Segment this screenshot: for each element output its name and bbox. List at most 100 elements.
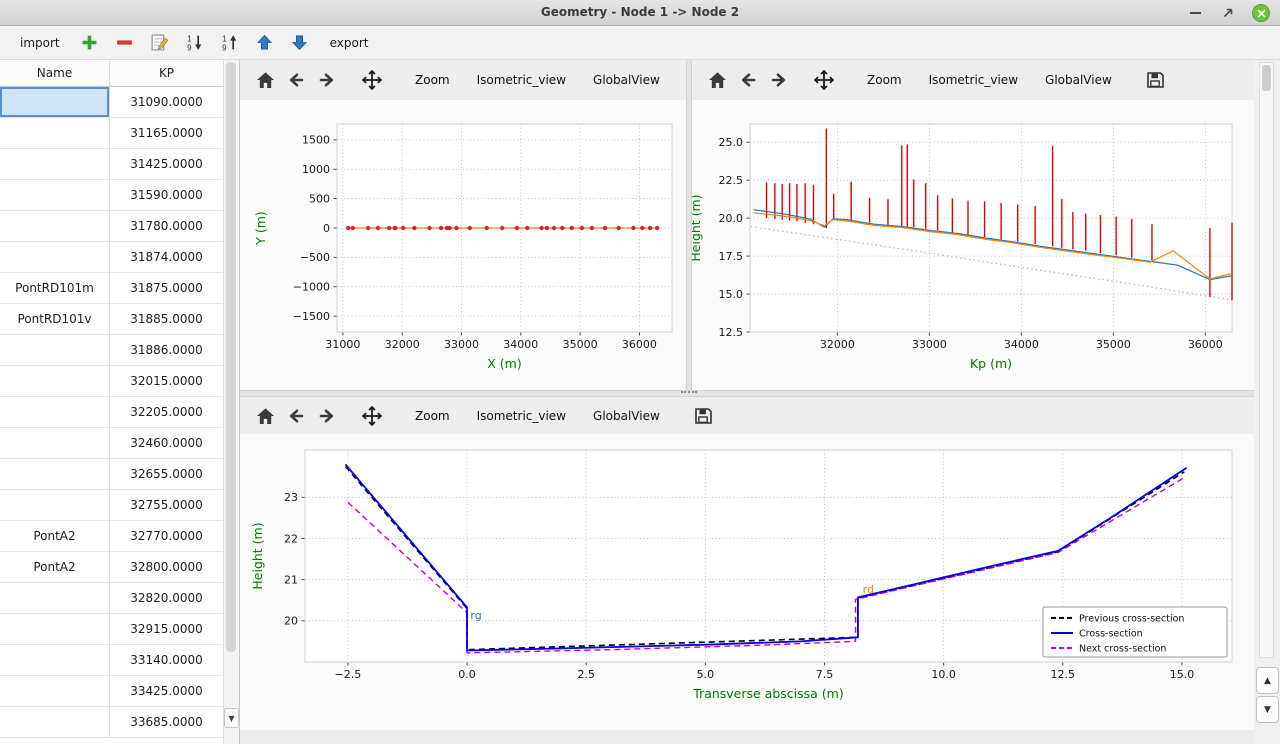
home-button[interactable] (706, 69, 729, 91)
name-cell[interactable]: PontRD101m (0, 273, 110, 303)
kp-cell[interactable]: 32655.0000 (110, 459, 223, 489)
kp-cell[interactable]: 32915.0000 (110, 614, 223, 644)
svg-text:rd: rd (863, 583, 874, 596)
vertical-scrollbar[interactable] (1259, 62, 1274, 658)
kp-cell[interactable]: 31090.0000 (110, 87, 223, 117)
import-button[interactable]: import (12, 36, 68, 50)
name-cell[interactable] (0, 490, 110, 520)
kp-cell[interactable]: 31885.0000 (110, 304, 223, 334)
home-button[interactable] (254, 69, 277, 91)
name-cell[interactable] (0, 87, 110, 117)
table-scrollbar-thumb[interactable] (226, 62, 236, 652)
forward-button[interactable] (315, 404, 339, 428)
name-cell[interactable] (0, 614, 110, 644)
table-row: 31425.0000 (0, 149, 223, 180)
kp-cell[interactable]: 32015.0000 (110, 366, 223, 396)
kp-cell[interactable]: 32820.0000 (110, 583, 223, 613)
name-cell[interactable] (0, 459, 110, 489)
kp-cell[interactable]: 32770.0000 (110, 521, 223, 551)
kp-cell[interactable]: 32800.0000 (110, 552, 223, 582)
edit-icon (150, 33, 169, 52)
kp-cell[interactable]: 33140.0000 (110, 645, 223, 675)
kp-cell[interactable]: 32460.0000 (110, 428, 223, 458)
name-cell[interactable] (0, 211, 110, 241)
pan-button[interactable] (360, 68, 384, 92)
table-row: 31874.0000 (0, 242, 223, 273)
kp-cell[interactable]: 32205.0000 (110, 397, 223, 427)
profile-chart-canvas[interactable]: 320003300034000350003600012.515.017.520.… (692, 100, 1254, 390)
kp-cell[interactable]: 31780.0000 (110, 211, 223, 241)
isometric-view-button[interactable]: Isometric_view (919, 69, 1028, 91)
restore-button[interactable] (1219, 4, 1237, 22)
name-cell[interactable] (0, 645, 110, 675)
back-button[interactable] (736, 68, 760, 92)
home-button[interactable] (254, 405, 277, 427)
table-scroll-down-button[interactable]: ▼ (224, 708, 239, 728)
name-cell[interactable] (0, 335, 110, 365)
close-button[interactable] (1252, 4, 1270, 22)
kp-cell[interactable]: 31886.0000 (110, 335, 223, 365)
back-button[interactable] (284, 404, 308, 428)
table-row: 31165.0000 (0, 118, 223, 149)
sort-descending-button[interactable]: 19 (182, 30, 208, 56)
svg-text:15.0: 15.0 (719, 288, 744, 301)
kp-cell[interactable]: 31875.0000 (110, 273, 223, 303)
svg-text:36000: 36000 (1188, 338, 1223, 351)
name-cell[interactable] (0, 583, 110, 613)
name-cell[interactable]: PontRD101v (0, 304, 110, 334)
name-cell[interactable] (0, 428, 110, 458)
name-cell[interactable] (0, 676, 110, 706)
remove-row-button[interactable] (112, 30, 138, 56)
kp-cell[interactable]: 31425.0000 (110, 149, 223, 179)
global-view-button[interactable]: GlobalView (1035, 69, 1122, 91)
horizontal-splitter[interactable] (240, 390, 1254, 397)
save-button[interactable] (1143, 68, 1167, 92)
name-cell[interactable] (0, 149, 110, 179)
save-button[interactable] (691, 404, 715, 428)
name-cell[interactable] (0, 707, 110, 737)
kp-cell[interactable]: 31165.0000 (110, 118, 223, 148)
global-view-button[interactable]: GlobalView (583, 69, 670, 91)
kp-cell[interactable]: 33425.0000 (110, 676, 223, 706)
kp-cell[interactable]: 32755.0000 (110, 490, 223, 520)
plan-view-chart-canvas[interactable]: 310003200033000340003500036000−1500−1000… (240, 100, 686, 390)
zoom-button[interactable]: Zoom (857, 69, 912, 91)
edit-button[interactable] (147, 30, 173, 56)
table-scrollbar[interactable]: ▼ (223, 60, 239, 744)
move-up-button[interactable] (252, 30, 278, 56)
kp-cell[interactable]: 33685.0000 (110, 707, 223, 737)
back-arrow-icon (286, 406, 306, 426)
svg-text:25.0: 25.0 (719, 136, 744, 149)
scroll-down-button[interactable]: ▼ (1256, 696, 1279, 723)
name-cell[interactable] (0, 366, 110, 396)
move-down-button[interactable] (287, 30, 313, 56)
scroll-up-button[interactable]: ▲ (1256, 667, 1279, 694)
minimize-button[interactable] (1186, 4, 1204, 22)
name-cell[interactable]: PontA2 (0, 552, 110, 582)
vertical-scrollbar-thumb[interactable] (1262, 65, 1271, 91)
forward-button[interactable] (315, 68, 339, 92)
column-header-kp[interactable]: KP (110, 60, 223, 86)
name-cell[interactable] (0, 397, 110, 427)
forward-button[interactable] (767, 68, 791, 92)
isometric-view-button[interactable]: Isometric_view (467, 69, 576, 91)
column-header-name[interactable]: Name (0, 60, 110, 86)
table-row: 32205.0000 (0, 397, 223, 428)
zoom-button[interactable]: Zoom (405, 405, 460, 427)
pan-button[interactable] (360, 404, 384, 428)
pan-button[interactable] (812, 68, 836, 92)
name-cell[interactable]: PontA2 (0, 521, 110, 551)
add-row-button[interactable] (77, 30, 103, 56)
back-button[interactable] (284, 68, 308, 92)
zoom-button[interactable]: Zoom (405, 69, 460, 91)
name-cell[interactable] (0, 180, 110, 210)
global-view-button[interactable]: GlobalView (583, 405, 670, 427)
kp-cell[interactable]: 31590.0000 (110, 180, 223, 210)
cross-section-chart-canvas[interactable]: −2.50.02.55.07.510.012.515.020212223rgrd… (240, 434, 1254, 730)
name-cell[interactable] (0, 118, 110, 148)
sort-ascending-button[interactable]: 19 (217, 30, 243, 56)
kp-cell[interactable]: 31874.0000 (110, 242, 223, 272)
export-button[interactable]: export (322, 36, 377, 50)
isometric-view-button[interactable]: Isometric_view (467, 405, 576, 427)
name-cell[interactable] (0, 242, 110, 272)
